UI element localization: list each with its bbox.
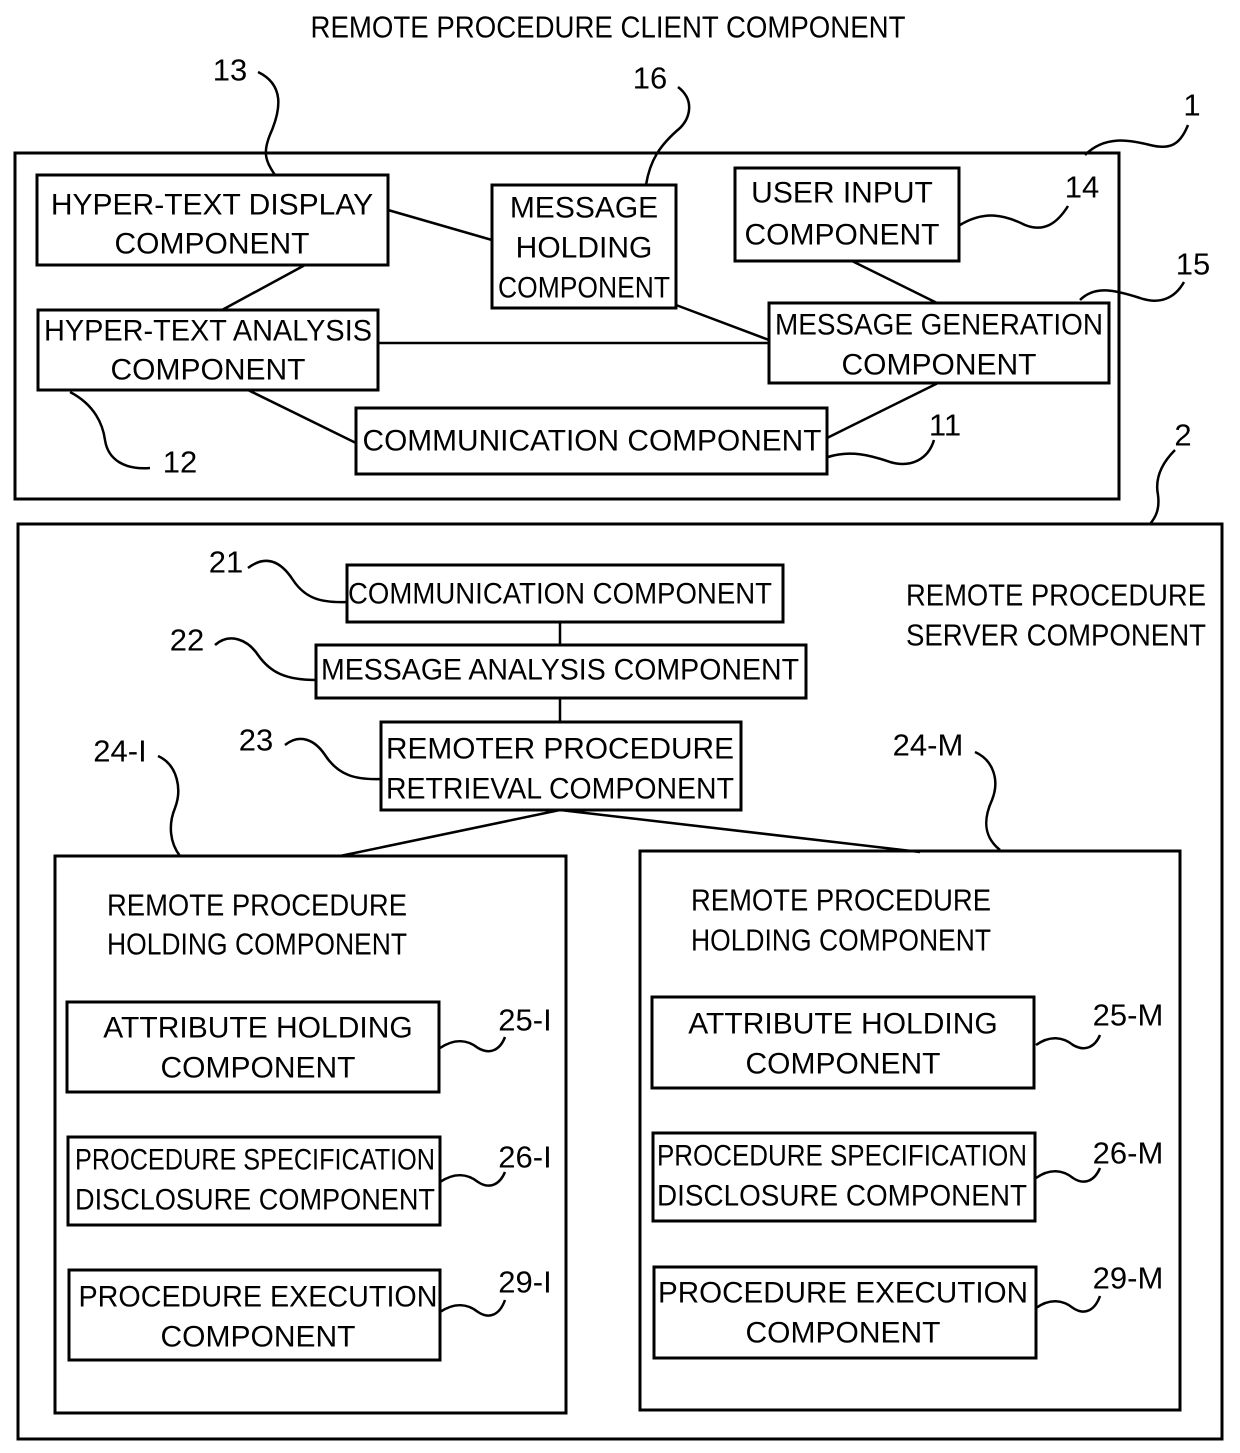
execution-I-line-2: COMPONENT [161,1321,356,1354]
ref-29-I: 29-I [498,1265,551,1300]
ref-24-I: 24-I [93,734,146,769]
hypertext-display-component: HYPER-TEXT DISPLAY COMPONENT [35,173,390,267]
ref-14: 14 [1065,170,1099,205]
leader-24-M [974,750,1001,851]
leader-16 [644,86,691,186]
leader-26-I [439,1171,507,1187]
hypertext-analysis-component: HYPER-TEXT ANALYSIS COMPONENT [36,308,380,392]
leader-client [1084,124,1190,156]
leader-29-I [439,1299,507,1317]
ref-11: 11 [929,408,961,443]
leader-23 [284,737,382,781]
link-holding-generation [675,303,770,342]
ref-26-I: 26-I [498,1140,551,1175]
leader-12 [69,390,151,470]
ref-23: 23 [239,723,273,758]
ref-22: 22 [170,623,204,658]
ref-server: 2 [1174,418,1191,453]
leader-25-M [1035,1034,1102,1050]
execution-I-line-1: PROCEDURE EXECUTION [79,1281,438,1314]
procedure-execution-component-M: PROCEDURE EXECUTION COMPONENT [652,1265,1038,1360]
execution-M-line-2: COMPONENT [746,1317,941,1350]
holding-group-M-title-line-1: REMOTE PROCEDURE [691,883,991,918]
holding-group-M: REMOTE PROCEDURE HOLDING COMPONENT ATTRI… [638,849,1182,1412]
client-communication-line-1: COMMUNICATION COMPONENT [363,425,822,458]
spec-disclosure-M-line-1: PROCEDURE SPECIFICATION [657,1140,1027,1173]
ref-24-M: 24-M [893,728,964,763]
attribute-holding-M-line-1: ATTRIBUTE HOLDING [688,1008,997,1041]
hypertext-analysis-line-2: COMPONENT [111,354,306,387]
attribute-holding-I-line-2: COMPONENT [161,1052,356,1085]
server-communication-line-1: COMMUNICATION COMPONENT [348,578,772,611]
user-input-line-1: USER INPUT [751,177,933,210]
attribute-holding-M-line-2: COMPONENT [746,1048,941,1081]
message-holding-line-1: MESSAGE [510,192,658,225]
leader-24-I [157,754,182,857]
link-generation-communication [826,381,939,440]
rpc-block-diagram: REMOTE PROCEDURE CLIENT COMPONENT 1 HYPE… [13,10,1224,1441]
ref-29-M: 29-M [1093,1261,1164,1296]
spec-disclosure-I-line-2: DISCLOSURE COMPONENT [75,1184,435,1217]
leader-11 [827,439,936,466]
spec-disclosure-I-line-1: PROCEDURE SPECIFICATION [75,1144,435,1177]
execution-M-line-1: PROCEDURE EXECUTION [658,1277,1028,1310]
procedure-specification-disclosure-component-I: PROCEDURE SPECIFICATION DISCLOSURE COMPO… [66,1135,442,1227]
leader-21 [247,559,348,604]
holding-group-I-title-line-2: HOLDING COMPONENT [107,927,407,962]
procedure-execution-component-I: PROCEDURE EXECUTION COMPONENT [67,1268,442,1362]
server-communication-component: COMMUNICATION COMPONENT [345,563,785,624]
ref-12: 12 [163,445,197,480]
link-analysis-communication [247,388,357,445]
procedure-specification-disclosure-component-M: PROCEDURE SPECIFICATION DISCLOSURE COMPO… [651,1131,1037,1223]
attribute-holding-I-line-1: ATTRIBUTE HOLDING [103,1012,412,1045]
link-retrieval-holding-M [559,808,921,854]
hypertext-analysis-line-1: HYPER-TEXT ANALYSIS [44,315,372,348]
holding-group-I-title-line-1: REMOTE PROCEDURE [107,888,407,923]
message-holding-component: MESSAGE HOLDING COMPONENT [490,183,678,310]
ref-16: 16 [633,61,667,96]
leader-15 [1079,281,1186,302]
leader-29-M [1035,1295,1102,1313]
attribute-holding-component-I: ATTRIBUTE HOLDING COMPONENT [65,1000,441,1094]
ref-13: 13 [213,53,247,88]
leader-22 [214,637,317,682]
link-input-generation [851,259,938,305]
message-analysis-component: MESSAGE ANALYSIS COMPONENT [314,643,808,700]
spec-disclosure-M-line-2: DISCLOSURE COMPONENT [657,1180,1027,1213]
ref-26-M: 26-M [1093,1136,1164,1171]
leader-2 [1149,449,1176,525]
holding-group-I: REMOTE PROCEDURE HOLDING COMPONENT ATTRI… [53,854,568,1415]
ref-client: 1 [1183,88,1200,123]
client-communication-component: COMMUNICATION COMPONENT [354,406,829,476]
message-generation-component: MESSAGE GENERATION COMPONENT [767,301,1111,385]
message-generation-line-2: COMPONENT [842,349,1037,382]
ref-25-I: 25-I [498,1003,551,1038]
message-holding-line-2: HOLDING [516,232,653,265]
server-title-line-1: REMOTE PROCEDURE [906,578,1206,613]
ref-21: 21 [209,545,243,580]
retrieval-line-2: RETRIEVAL COMPONENT [386,773,734,806]
server-title-line-2: SERVER COMPONENT [906,618,1206,653]
message-analysis-line-1: MESSAGE ANALYSIS COMPONENT [321,654,799,687]
attribute-holding-component-M: ATTRIBUTE HOLDING COMPONENT [650,995,1036,1090]
leader-14 [959,205,1070,229]
leader-13 [257,70,280,176]
link-display-analysis [221,263,306,312]
client-title: REMOTE PROCEDURE CLIENT COMPONENT [311,10,906,45]
link-retrieval-holding-I [339,808,561,858]
remote-procedure-retrieval-component: REMOTER PROCEDURE RETRIEVAL COMPONENT [379,720,743,812]
message-holding-line-3: COMPONENT [498,272,670,305]
retrieval-line-1: REMOTER PROCEDURE [386,733,734,766]
leader-26-M [1035,1167,1102,1183]
ref-25-M: 25-M [1093,998,1164,1033]
leader-25-I [439,1036,507,1053]
message-generation-line-1: MESSAGE GENERATION [775,309,1103,342]
user-input-line-2: COMPONENT [745,219,940,252]
link-display-holding [387,208,493,242]
hypertext-display-line-2: COMPONENT [115,228,310,261]
hypertext-display-line-1: HYPER-TEXT DISPLAY [51,189,373,222]
ref-15: 15 [1176,247,1210,282]
holding-group-M-title-line-2: HOLDING COMPONENT [691,923,991,958]
user-input-component: USER INPUT COMPONENT [733,166,961,263]
